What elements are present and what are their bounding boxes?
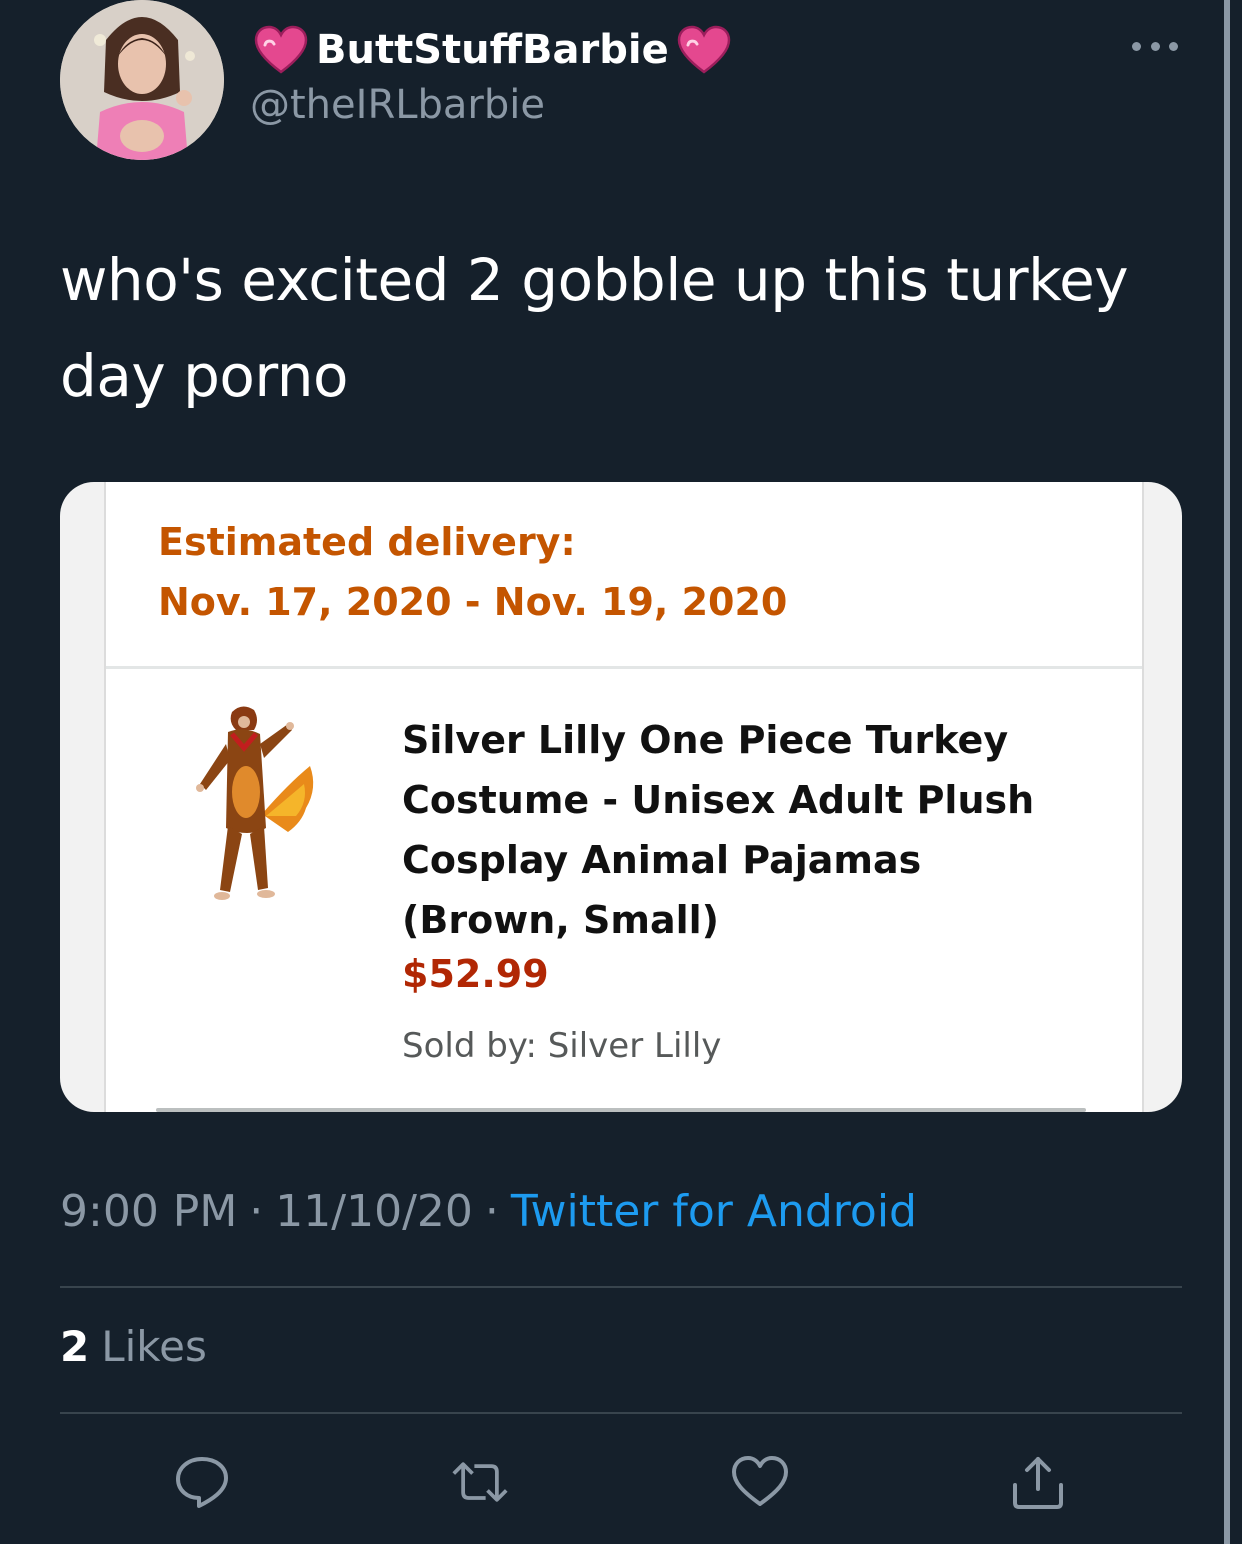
divider [60, 1412, 1182, 1414]
like-button[interactable] [730, 1452, 790, 1512]
author-handle[interactable]: @theIRLbarbie [250, 82, 545, 128]
product-seller: Sold by: Silver Lilly [402, 1026, 722, 1066]
tweet-media-image[interactable]: Estimated delivery: Nov. 17, 2020 - Nov.… [60, 482, 1182, 1112]
more-options-button[interactable] [1132, 36, 1178, 56]
tweet-time[interactable]: 9:00 PM [60, 1186, 237, 1237]
likes-label: Likes [101, 1322, 207, 1371]
reply-button[interactable] [172, 1452, 232, 1512]
turkey-costume-product-image [196, 706, 314, 900]
more-dot-icon [1150, 41, 1160, 51]
share-button[interactable] [1008, 1452, 1068, 1512]
tweet-detail-page: ButtStuffBarbie @theIRLbarbie who's exci… [0, 0, 1242, 1544]
reply-icon [176, 1457, 228, 1508]
avatar[interactable] [60, 0, 224, 160]
likes-stat[interactable]: 2 Likes [60, 1322, 207, 1371]
tweet-source-link[interactable]: Twitter for Android [511, 1186, 917, 1237]
more-dot-icon [1169, 41, 1178, 51]
scrollbar[interactable] [1224, 0, 1230, 1544]
avatar-photo [60, 0, 224, 160]
order-screenshot: Estimated delivery: Nov. 17, 2020 - Nov.… [104, 482, 1144, 1112]
delivery-dates: Nov. 17, 2020 - Nov. 19, 2020 [158, 580, 788, 624]
author-name-row[interactable]: ButtStuffBarbie [252, 22, 733, 78]
divider [156, 1108, 1086, 1112]
tweet-date[interactable]: 11/10/20 [275, 1186, 473, 1237]
tweet-meta: 9:00 PM · 11/10/20 · Twitter for Android [60, 1186, 917, 1237]
divider [106, 666, 1142, 669]
tweet-text: who's excited 2 gobble up this turkey da… [60, 246, 1129, 410]
retweet-button[interactable] [450, 1452, 510, 1512]
retweet-icon [452, 1462, 508, 1502]
more-dot-icon [1132, 41, 1141, 51]
delivery-label: Estimated delivery: [158, 520, 576, 564]
separator: · [484, 1186, 499, 1237]
product-title: Silver Lilly One Piece Turkey Costume - … [402, 718, 1035, 942]
like-icon [732, 1456, 788, 1506]
sparkling-heart-icon [677, 25, 730, 74]
sparkling-heart-icon [254, 25, 308, 74]
product-price: $52.99 [402, 952, 549, 996]
divider [60, 1286, 1182, 1288]
share-icon [1013, 1457, 1063, 1509]
author-display-name: ButtStuffBarbie [316, 27, 669, 73]
likes-count: 2 [60, 1322, 90, 1371]
separator: · [249, 1186, 264, 1237]
